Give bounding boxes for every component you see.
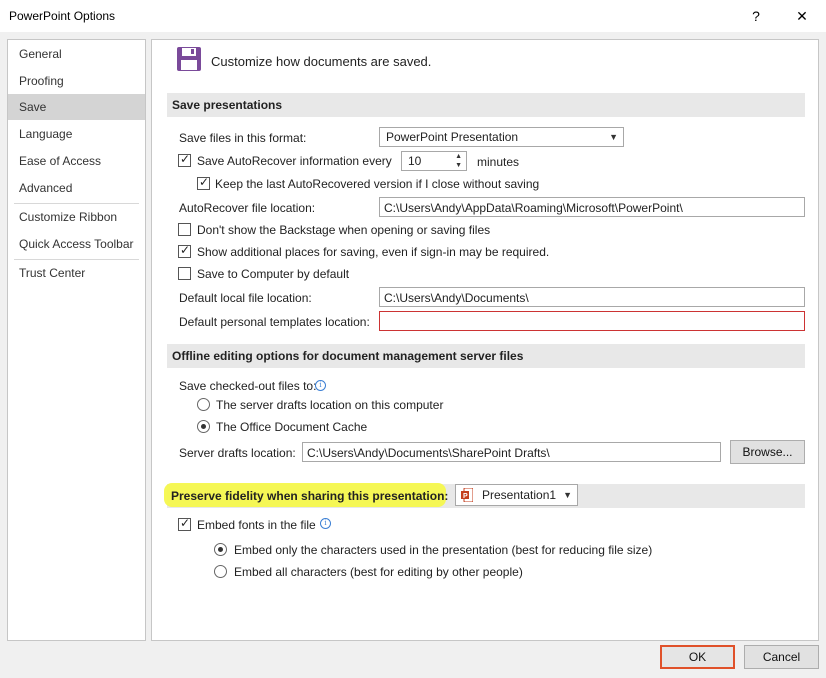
radio-embed-only-used-label: Embed only the characters used in the pr… bbox=[234, 543, 653, 557]
nav-item-customize-ribbon[interactable]: Customize Ribbon bbox=[8, 204, 145, 230]
dont-show-backstage-label: Don't show the Backstage when opening or… bbox=[197, 223, 491, 237]
section-header-offline-editing: Offline editing options for document man… bbox=[167, 344, 805, 368]
nav-item-save[interactable]: Save bbox=[8, 94, 145, 120]
browse-button[interactable]: Browse... bbox=[730, 440, 805, 464]
radio-office-document-cache[interactable] bbox=[197, 420, 210, 433]
spin-up-icon[interactable]: ▲ bbox=[455, 153, 462, 161]
personal-templates-location-label: Default personal templates location: bbox=[179, 315, 370, 329]
close-button[interactable]: ✕ bbox=[788, 4, 816, 28]
embed-fonts-checkbox[interactable]: ✓ bbox=[178, 516, 191, 531]
radio-selected-dot bbox=[201, 424, 206, 429]
chevron-down-icon: ▼ bbox=[563, 490, 572, 500]
checkmark-icon: ✓ bbox=[199, 175, 210, 189]
keep-last-autorecovered-checkbox[interactable]: ✓ bbox=[197, 175, 210, 190]
server-drafts-location-label: Server drafts location: bbox=[179, 446, 296, 460]
save-checked-out-label: Save checked-out files to: bbox=[179, 379, 317, 393]
nav-item-ease-of-access[interactable]: Ease of Access bbox=[8, 148, 145, 174]
nav-item-proofing[interactable]: Proofing bbox=[8, 68, 145, 94]
radio-embed-all[interactable] bbox=[214, 565, 227, 578]
ok-button[interactable]: OK bbox=[660, 645, 735, 669]
svg-text:P: P bbox=[463, 493, 468, 500]
checkmark-icon: ✓ bbox=[180, 516, 191, 530]
save-format-dropdown[interactable]: PowerPoint Presentation ▼ bbox=[379, 127, 624, 147]
nav-item-language[interactable]: Language bbox=[8, 121, 145, 147]
autorecover-location-label: AutoRecover file location: bbox=[179, 201, 316, 215]
dont-show-backstage-checkbox[interactable] bbox=[178, 223, 191, 236]
autorecover-label: Save AutoRecover information every bbox=[197, 154, 392, 168]
radio-embed-only-used[interactable] bbox=[214, 543, 227, 556]
nav-item-quick-access-toolbar[interactable]: Quick Access Toolbar bbox=[8, 231, 145, 257]
autorecover-minutes-spinner[interactable]: 10 ▲ ▼ bbox=[401, 151, 467, 171]
info-icon: i bbox=[320, 518, 331, 529]
show-additional-places-checkbox[interactable]: ✓ bbox=[178, 243, 191, 258]
info-icon: i bbox=[315, 380, 326, 391]
presentation-dropdown[interactable]: P Presentation1 ▼ bbox=[455, 484, 578, 506]
save-format-label: Save files in this format: bbox=[179, 131, 307, 145]
save-format-value: PowerPoint Presentation bbox=[386, 130, 519, 144]
nav-item-general[interactable]: General bbox=[8, 41, 145, 67]
presentation-dropdown-value: Presentation1 bbox=[482, 488, 557, 502]
nav-item-trust-center[interactable]: Trust Center bbox=[8, 260, 145, 286]
radio-office-document-cache-label: The Office Document Cache bbox=[216, 420, 368, 434]
checkmark-icon: ✓ bbox=[180, 243, 191, 257]
category-nav: General Proofing Save Language Ease of A… bbox=[7, 39, 146, 641]
fidelity-heading: Preserve fidelity when sharing this pres… bbox=[171, 489, 449, 503]
show-additional-places-label: Show additional places for saving, even … bbox=[197, 245, 550, 259]
chevron-down-icon: ▼ bbox=[609, 132, 618, 142]
default-local-location-field[interactable]: C:\Users\Andy\Documents\ bbox=[379, 287, 805, 307]
title-bar: PowerPoint Options ? ✕ bbox=[0, 0, 826, 32]
keep-last-autorecovered-label: Keep the last AutoRecovered version if I… bbox=[215, 177, 540, 191]
personal-templates-location-field[interactable] bbox=[379, 311, 805, 331]
radio-server-drafts-label: The server drafts location on this compu… bbox=[216, 398, 444, 412]
autorecover-checkbox[interactable]: ✓ bbox=[178, 152, 191, 167]
section-header-save-presentations: Save presentations bbox=[167, 93, 805, 117]
window-title: PowerPoint Options bbox=[9, 9, 116, 23]
radio-server-drafts[interactable] bbox=[197, 398, 210, 411]
default-local-location-label: Default local file location: bbox=[179, 291, 312, 305]
server-drafts-location-field[interactable]: C:\Users\Andy\Documents\SharePoint Draft… bbox=[302, 442, 721, 462]
autorecover-minutes-value: 10 bbox=[408, 154, 422, 168]
autorecover-location-field[interactable]: C:\Users\Andy\AppData\Roaming\Microsoft\… bbox=[379, 197, 805, 217]
minutes-label: minutes bbox=[477, 155, 520, 169]
radio-selected-dot bbox=[218, 547, 223, 552]
checkmark-icon: ✓ bbox=[180, 152, 191, 166]
nav-item-advanced[interactable]: Advanced bbox=[8, 175, 145, 201]
powerpoint-icon: P bbox=[461, 488, 473, 502]
cancel-button[interactable]: Cancel bbox=[744, 645, 819, 669]
embed-fonts-label: Embed fonts in the file bbox=[197, 518, 316, 532]
help-button[interactable]: ? bbox=[742, 4, 770, 28]
floppy-disk-icon bbox=[177, 47, 201, 71]
spin-down-icon[interactable]: ▼ bbox=[455, 162, 462, 170]
save-to-computer-label: Save to Computer by default bbox=[197, 267, 350, 281]
radio-embed-all-label: Embed all characters (best for editing b… bbox=[234, 565, 523, 579]
save-to-computer-checkbox[interactable] bbox=[178, 267, 191, 280]
page-header-text: Customize how documents are saved. bbox=[211, 54, 432, 69]
